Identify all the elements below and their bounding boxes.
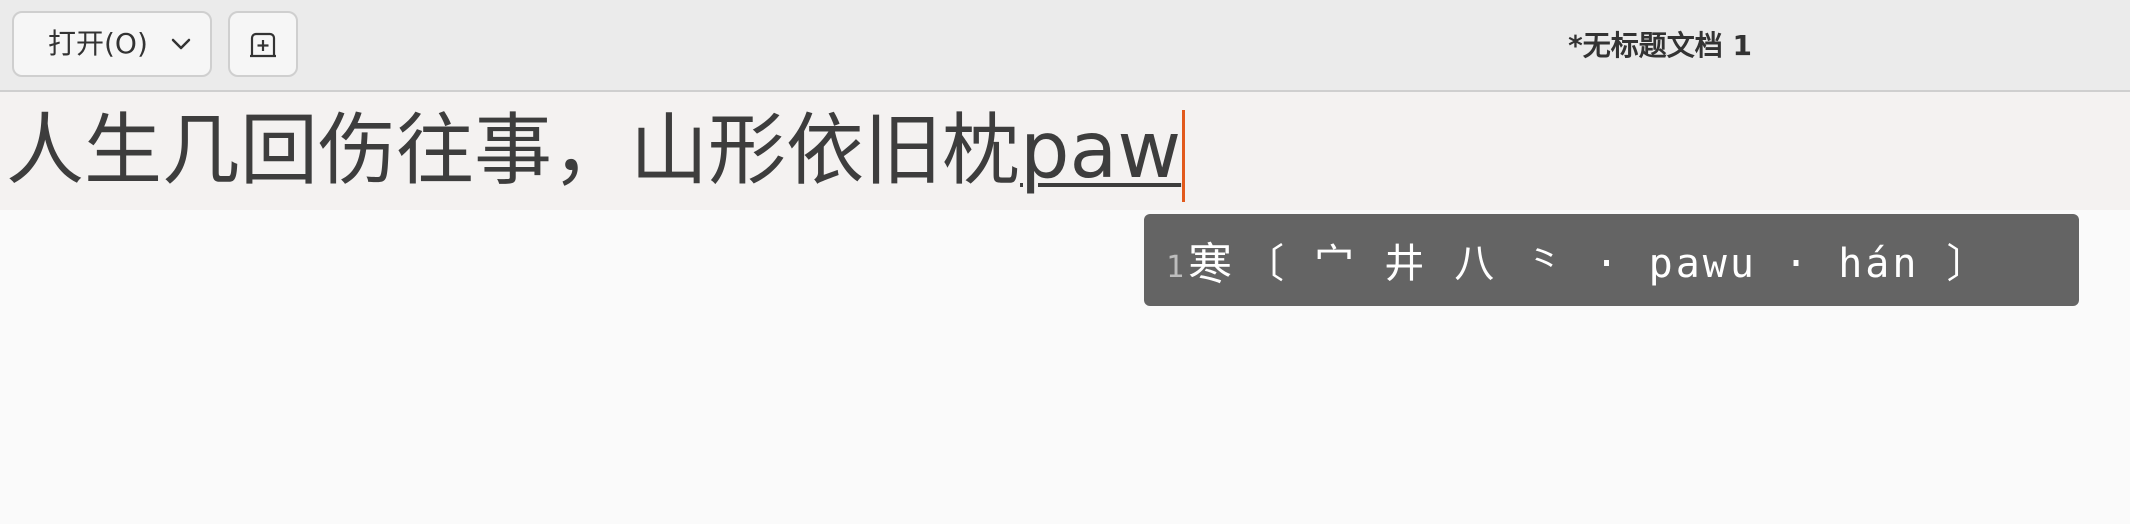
new-tab-button[interactable] <box>228 11 298 77</box>
candidate-item[interactable]: 寒 <box>1188 228 1234 292</box>
editor-window: 打开(O) *无标题文档 1 人生几回伤往事，山形依旧枕paw 1 寒 〔 宀 … <box>0 0 2130 524</box>
text-editor[interactable]: 人生几回伤往事，山形依旧枕paw <box>6 92 1186 210</box>
committed-text: 人生几回伤往事，山形依旧枕 <box>6 106 1021 196</box>
candidate-comment: 〔 宀 井 八 ⺀ · pawu · hán 〕 <box>1244 241 1990 287</box>
chevron-down-icon <box>171 38 191 50</box>
header-bar: 打开(O) *无标题文档 1 <box>0 0 2130 92</box>
candidate-index: 1 <box>1166 249 1185 285</box>
text-caret <box>1182 109 1186 202</box>
window-title: *无标题文档 1 <box>1568 29 1752 62</box>
new-tab-icon <box>250 32 276 58</box>
ime-candidate-popup: 1 寒 〔 宀 井 八 ⺀ · pawu · hán 〕 <box>1144 214 2079 306</box>
open-button[interactable]: 打开(O) <box>12 11 212 77</box>
open-button-label: 打开(O) <box>48 27 148 60</box>
preedit-text: paw <box>1020 106 1182 196</box>
